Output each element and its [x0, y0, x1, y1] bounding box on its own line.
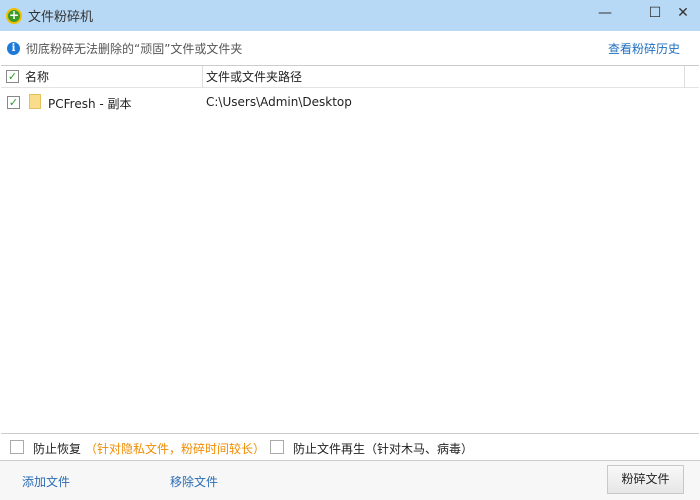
window-title: 文件粉碎机: [28, 10, 94, 25]
table-header: ✓ 名称 文件或文件夹路径: [1, 66, 699, 88]
row-checkbox[interactable]: ✓: [7, 96, 20, 109]
maximize-button[interactable]: ☐: [642, 0, 668, 26]
info-text: 彻底粉碎无法删除的“顽固”文件或文件夹: [26, 41, 243, 56]
file-name: PCFresh - 副本: [48, 97, 132, 111]
file-table: ✓ 名称 文件或文件夹路径 ✓ PCFresh - 副本 C:\Users\Ad…: [1, 65, 699, 434]
header-path: 文件或文件夹路径: [206, 70, 303, 84]
minimize-button[interactable]: —: [592, 0, 618, 26]
view-history-link[interactable]: 查看粉碎历史: [608, 40, 680, 57]
header-name: 名称: [25, 70, 50, 84]
app-logo-icon: +: [6, 7, 22, 24]
prevent-regen-checkbox[interactable]: [270, 440, 284, 454]
info-bar: i 彻底粉碎无法删除的“顽固”文件或文件夹 查看粉碎历史: [0, 31, 700, 65]
prevent-recovery-note: （针对隐私文件，粉碎时间较长）: [85, 442, 266, 456]
title-bar: + 文件粉碎机 — ☐ ✕: [0, 0, 700, 31]
footer-bar: 添加文件 移除文件 粉碎文件: [0, 461, 700, 500]
add-file-link[interactable]: 添加文件: [22, 473, 70, 490]
column-divider: [202, 66, 203, 88]
prevent-recovery-checkbox[interactable]: [10, 440, 24, 454]
options-bar: 防止恢复 （针对隐私文件，粉碎时间较长） 防止文件再生（针对木马、病毒）: [0, 434, 700, 461]
prevent-recovery-label[interactable]: 防止恢复: [33, 440, 81, 457]
file-path: C:\Users\Admin\Desktop: [206, 95, 352, 109]
prevent-regen-label[interactable]: 防止文件再生（针对木马、病毒）: [293, 440, 473, 457]
close-button[interactable]: ✕: [670, 0, 696, 26]
folder-icon: [29, 94, 41, 109]
table-row[interactable]: ✓ PCFresh - 副本 C:\Users\Admin\Desktop: [1, 89, 698, 115]
remove-file-link[interactable]: 移除文件: [170, 473, 218, 490]
shred-button[interactable]: 粉碎文件: [607, 465, 684, 494]
column-divider: [684, 66, 685, 88]
info-icon: i: [7, 41, 20, 55]
select-all-checkbox[interactable]: ✓: [6, 70, 19, 83]
